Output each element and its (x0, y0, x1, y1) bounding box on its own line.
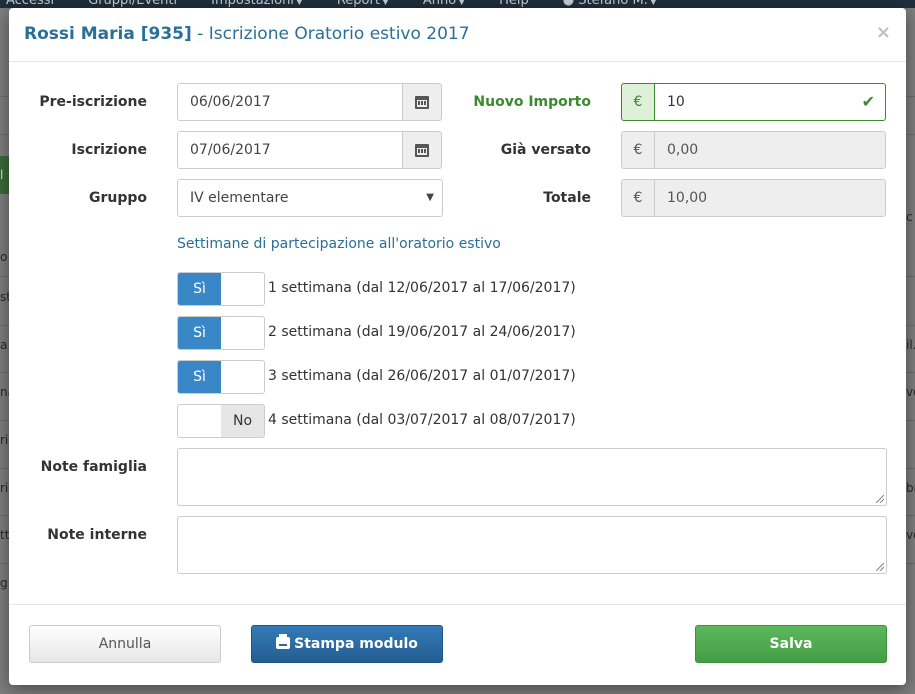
background-table-cell: vo (906, 385, 915, 399)
note-interne-textarea[interactable] (177, 516, 887, 574)
background-table-cell: ri (0, 481, 9, 495)
caret-down-icon: ▼ (295, 0, 303, 7)
enrollment-modal: Rossi Maria [935] - Iscrizione Oratorio … (9, 8, 906, 685)
iscrizione-date-input[interactable]: 07/06/2017 (177, 131, 404, 169)
nuovo-importo-label: Nuovo Importo (473, 94, 591, 110)
totale-field: 10,00 (655, 179, 886, 217)
calendar-icon (415, 143, 429, 157)
background-table-cell: o (0, 250, 8, 264)
modal-footer-divider (9, 604, 906, 605)
gia-versato-label: Già versato (500, 142, 591, 158)
background-table-cell: g (0, 576, 8, 590)
gruppo-select[interactable]: IV elementare ▼ (177, 179, 443, 217)
euro-icon: € (621, 179, 655, 217)
gia-versato-field: 0,00 (655, 131, 886, 169)
gruppo-label: Gruppo (88, 190, 147, 206)
toggle-on-label: Sì (178, 317, 221, 349)
weeks-section-title: Settimane di partecipazione all'oratorio… (177, 236, 501, 252)
iscrizione-label: Iscrizione (71, 142, 147, 158)
toggle-on-label: Sì (178, 361, 221, 393)
gruppo-select-value: IV elementare (190, 190, 289, 206)
print-form-label: Stampa modulo (294, 636, 418, 652)
nuovo-importo-input[interactable]: 10 ✔ (655, 83, 886, 121)
week-3-toggle[interactable]: Sì (177, 360, 265, 394)
note-interne-label: Note interne (47, 527, 147, 543)
background-table-cell: a (0, 338, 8, 352)
cancel-button[interactable]: Annulla (29, 625, 221, 663)
euro-icon: € (621, 131, 655, 169)
background-table-cell: na (0, 385, 9, 399)
top-navbar: Accessi Gruppi/Eventi Impostazioni ▼ Repo… (0, 0, 915, 8)
modal-title-name: Rossi Maria [935] (24, 24, 192, 44)
caret-down-icon: ▼ (649, 0, 657, 7)
print-form-button[interactable]: Stampa modulo (251, 625, 443, 663)
calendar-icon (415, 95, 429, 109)
week-2-label: 2 settimana (dal 19/06/2017 al 24/06/201… (268, 324, 576, 340)
close-icon[interactable]: × (876, 22, 891, 43)
preiscrizione-calendar-button[interactable] (402, 83, 442, 121)
note-famiglia-label: Note famiglia (40, 459, 147, 475)
preiscrizione-label: Pre-iscrizione (39, 94, 147, 110)
caret-down-icon: ▼ (381, 0, 389, 7)
euro-icon: € (621, 83, 655, 121)
week-1-toggle[interactable]: Sì (177, 272, 265, 306)
background-table-cell: c (906, 210, 913, 224)
background-table-cell: st (0, 290, 9, 304)
caret-down-icon: ▼ (426, 192, 434, 203)
totale-label: Totale (543, 190, 591, 206)
save-button[interactable]: Salva (695, 625, 887, 663)
check-icon: ✔ (861, 92, 875, 111)
modal-header: Rossi Maria [935] - Iscrizione Oratorio … (9, 8, 906, 62)
background-add-button[interactable]: l (0, 156, 9, 194)
nav-item-gruppi-eventi[interactable]: Gruppi/Eventi (88, 0, 177, 8)
background-table-cell: vo (906, 528, 915, 542)
iscrizione-calendar-button[interactable] (402, 131, 442, 169)
nav-item-help[interactable]: Help (499, 0, 529, 8)
note-famiglia-textarea[interactable] (177, 448, 887, 506)
background-table-cell: tt (0, 528, 9, 542)
week-2-toggle[interactable]: Sì (177, 316, 265, 350)
week-1-label: 1 settimana (dal 12/06/2017 al 17/06/201… (268, 280, 576, 296)
modal-title-subtitle: - Iscrizione Oratorio estivo 2017 (191, 24, 470, 44)
nav-item-accessi[interactable]: Accessi (6, 0, 54, 8)
background-table-cell: br (906, 481, 915, 495)
toggle-off-label: No (221, 405, 264, 437)
print-icon (276, 634, 291, 649)
nav-item-anno[interactable]: Anno ▼ (423, 0, 465, 8)
background-table-cell: ri (0, 433, 9, 447)
background-table-cell: il. (906, 338, 915, 352)
toggle-on-label: Sì (178, 273, 221, 305)
nav-item-report[interactable]: Report ▼ (337, 0, 389, 8)
resize-grip-icon[interactable] (876, 563, 884, 571)
resize-grip-icon[interactable] (876, 495, 884, 503)
week-4-toggle[interactable]: No (177, 404, 265, 438)
nav-item-user[interactable]: ● Stefano M. ▼ (563, 0, 657, 8)
week-4-label: 4 settimana (dal 03/07/2017 al 08/07/201… (268, 412, 576, 428)
nuovo-importo-value: 10 (667, 94, 685, 110)
nav-item-impostazioni[interactable]: Impostazioni ▼ (211, 0, 303, 8)
preiscrizione-date-input[interactable]: 06/06/2017 (177, 83, 404, 121)
modal-title: Rossi Maria [935] - Iscrizione Oratorio … (24, 24, 470, 44)
user-icon: ● (562, 0, 579, 8)
caret-down-icon: ▼ (458, 0, 466, 7)
week-3-label: 3 settimana (dal 26/06/2017 al 01/07/201… (268, 368, 576, 384)
